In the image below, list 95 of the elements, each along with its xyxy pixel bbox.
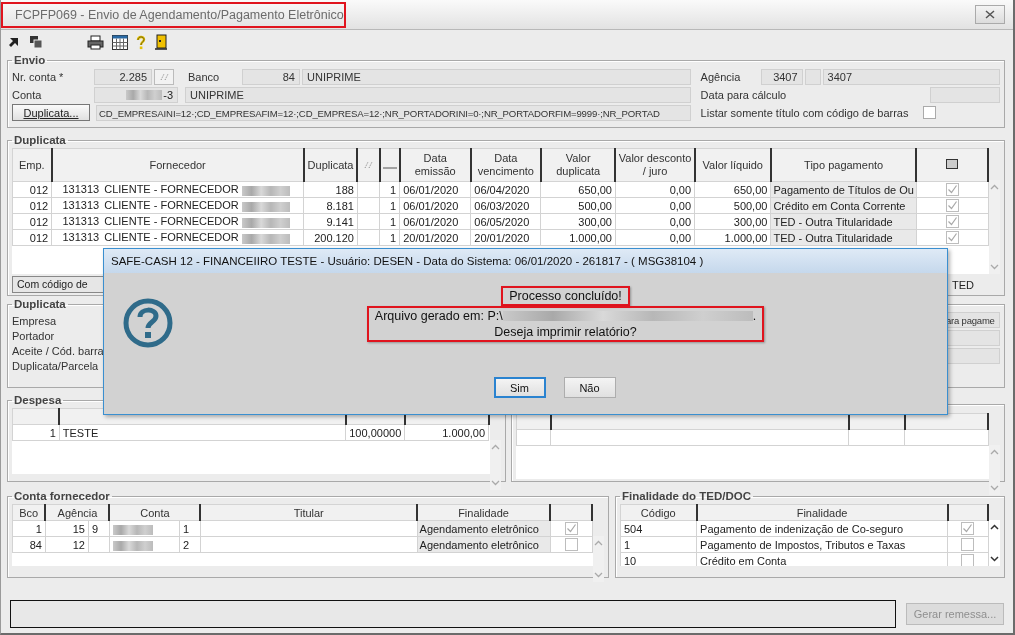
windows-icon[interactable] (29, 35, 43, 49)
agency-digit-field[interactable] (804, 68, 821, 85)
checkbox[interactable] (945, 215, 959, 229)
column-header[interactable]: Emp. (12, 148, 52, 182)
scroll-down-icon[interactable] (990, 556, 1000, 562)
column-header[interactable]: Fornecedor (51, 148, 304, 182)
column-header[interactable]: Valor desconto / juro (615, 148, 695, 182)
checkbox[interactable] (961, 522, 975, 536)
checkbox[interactable] (923, 106, 936, 119)
field-label: Portador (12, 330, 56, 342)
agency-name-field[interactable]: 3407 (822, 68, 1000, 85)
close-button[interactable] (975, 5, 1005, 24)
dialog-button[interactable]: Não (563, 377, 616, 398)
square-icon (946, 158, 959, 169)
supplier-code: 131313 (61, 183, 100, 196)
column-header[interactable]: Código (620, 504, 697, 521)
help-icon[interactable] (136, 34, 146, 50)
supplier-code: 131313 (61, 215, 100, 228)
supplier-code: 131313 (61, 199, 100, 212)
checkbox[interactable] (945, 183, 959, 197)
supplier-code: 131313 (61, 231, 100, 244)
group-title: Envio (13, 54, 47, 66)
field-label: Conta (12, 88, 43, 101)
message-text: Deseja imprimir relatório? (494, 324, 637, 340)
column-header[interactable]: Data emissão (399, 148, 471, 182)
bank-code-field[interactable]: 84 (242, 68, 300, 85)
dash-icon (382, 166, 397, 169)
account-value: -3 (163, 88, 173, 101)
field-label: Nr. conta * (12, 70, 65, 83)
column-header[interactable]: Valor duplicata (540, 148, 616, 182)
column-header[interactable]: Finalidade (417, 504, 550, 521)
column-header[interactable] (379, 148, 400, 182)
supplier-name: CLIENTE - FORNECEDOR (104, 183, 239, 196)
message-text: . (752, 308, 757, 324)
bank-name-field[interactable]: UNIPRIME (302, 68, 691, 85)
group-title: Finalidade do TED/DOC (621, 490, 753, 502)
sort-icon (364, 160, 374, 169)
filter-field[interactable]: CD_EMPRESAINI=12·;CD_EMPRESAFIM=12·;CD_EMPRESA=12·;NR_PORTADORINI=0·;NR_PORTADORFIM=9999·;NR_PORTAD (96, 104, 691, 121)
field-label: Aceite / Cód. barra (12, 345, 104, 357)
dialog-button[interactable]: Sim (493, 377, 546, 398)
column-header[interactable]: Conta (109, 504, 201, 521)
column-header[interactable] (357, 148, 380, 182)
column-header[interactable] (947, 504, 989, 521)
column-header[interactable]: Data vencimento (470, 148, 541, 182)
checkbox[interactable] (945, 231, 959, 245)
field-label: Banco (188, 70, 221, 83)
checkbox[interactable] (564, 522, 578, 536)
lookup-button[interactable] (154, 68, 174, 85)
field-label: Agência (700, 70, 742, 83)
checkbox[interactable] (945, 199, 959, 213)
question-icon (122, 297, 174, 349)
supplier-name: CLIENTE - FORNECEDOR (104, 215, 239, 228)
scroll-up-icon[interactable] (990, 524, 1000, 530)
group-title: Despesa (13, 394, 63, 406)
column-header[interactable] (550, 504, 592, 521)
close-icon (985, 10, 995, 19)
group-title: Duplicata (13, 298, 67, 310)
column-header[interactable]: Duplicata (303, 148, 358, 182)
exit-door-icon[interactable] (154, 34, 168, 50)
dialog-title: SAFE-CASH 12 - FINANCEIIRO TESTE - Usuário: DESEN - Data do Sistema: 06/01/2020 - 261817 - ( MSG38104 ) (104, 249, 947, 273)
column-header[interactable]: Finalidade (696, 504, 948, 521)
column-header[interactable] (916, 148, 989, 182)
message-text: Arquivo gerado em: P:\ (374, 308, 503, 324)
column-header[interactable]: Tipo pagamento (770, 148, 917, 182)
status-text: TED (952, 278, 974, 291)
window-title: FCPFP069 - Envio de Agendamento/Pagamento Eletrônico (15, 7, 344, 22)
checkbox-label: Listar somente título com código de barras (700, 106, 910, 119)
column-header[interactable]: Titular (200, 504, 418, 521)
arrow-icon[interactable] (8, 35, 21, 49)
group-title: Duplicata (13, 134, 67, 146)
field-label: Data para cálculo (700, 88, 788, 101)
calendar-icon[interactable] (112, 34, 128, 50)
checkbox[interactable] (961, 554, 975, 566)
duplicata-button[interactable]: Duplicata... (12, 104, 90, 121)
printer-icon[interactable] (87, 34, 104, 50)
supplier-name: CLIENTE - FORNECEDOR (104, 231, 239, 244)
date-field[interactable] (930, 86, 1000, 103)
column-header[interactable]: Bco (12, 504, 46, 521)
slash-icon (159, 72, 169, 81)
filter-tab[interactable]: Com código de (12, 276, 106, 293)
column-header[interactable] (904, 413, 989, 430)
field-label: Empresa (12, 315, 58, 327)
agency-code-field[interactable]: 3407 (760, 68, 803, 85)
column-header[interactable]: Valor líquido (694, 148, 771, 182)
checkbox[interactable] (961, 538, 975, 552)
account-number-field[interactable]: 2.285 (94, 68, 152, 85)
supplier-name: CLIENTE - FORNECEDOR (104, 199, 239, 212)
checkbox[interactable] (564, 538, 578, 552)
account-name-field[interactable]: UNIPRIME (185, 86, 691, 103)
column-header[interactable] (12, 408, 60, 425)
group-title: Conta fornecedor (13, 490, 111, 502)
message-text: Processo concluído! (509, 288, 622, 304)
scrollbar[interactable] (989, 520, 1000, 566)
field-label: Duplicata/Parcela (12, 360, 100, 372)
column-header[interactable]: Agência (45, 504, 110, 521)
